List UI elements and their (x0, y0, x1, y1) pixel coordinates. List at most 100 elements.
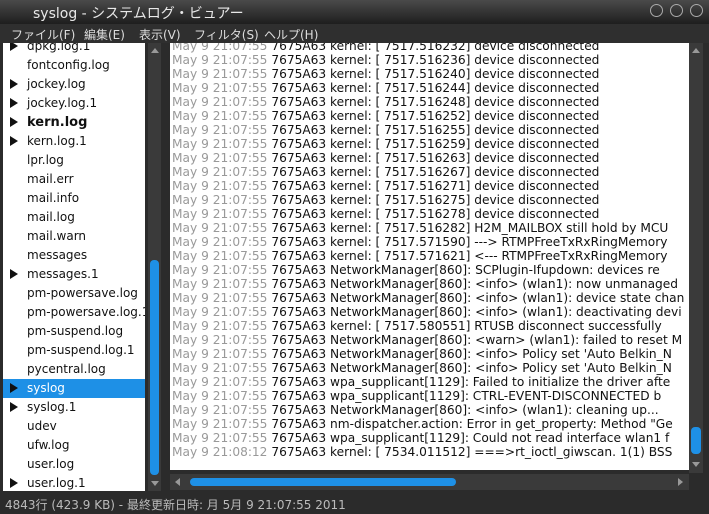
log-line[interactable]: May 9 21:07:55 7675A63 NetworkManager[86… (172, 347, 672, 361)
log-line[interactable]: May 9 21:07:55 7675A63 kernel: [ 7517.57… (172, 249, 667, 263)
file-list-item[interactable]: mail.info (3, 189, 145, 208)
log-message: 7675A63 NetworkManager[860]: <info> Poli… (271, 347, 672, 361)
log-vertical-scrollbar[interactable] (689, 43, 703, 473)
file-list-item[interactable]: syslog.1 (3, 398, 145, 417)
menu-view[interactable]: 表示(V) (139, 26, 181, 43)
log-line[interactable]: May 9 21:08:12 7675A63 kernel: [ 7534.01… (172, 445, 672, 459)
file-list-item[interactable]: syslog (3, 379, 145, 398)
log-line[interactable]: May 9 21:07:55 7675A63 kernel: [ 7517.51… (172, 67, 599, 81)
menu-filter[interactable]: フィルタ(S) (194, 26, 259, 43)
log-line[interactable]: May 9 21:07:55 7675A63 kernel: [ 7517.51… (172, 123, 599, 137)
title-bar: syslog - システムログ・ビュアー (0, 0, 709, 24)
log-line[interactable]: May 9 21:07:55 7675A63 kernel: [ 7517.51… (172, 81, 599, 95)
log-view[interactable]: May 9 21:07:55 7675A63 kernel: [ 7517.51… (170, 43, 689, 470)
scroll-up-icon[interactable] (151, 48, 159, 53)
log-line[interactable]: May 9 21:07:55 7675A63 NetworkManager[86… (172, 403, 659, 417)
expander-arrow-icon[interactable] (10, 98, 18, 108)
log-scroll-thumb[interactable] (691, 427, 701, 454)
file-list-item[interactable]: mail.warn (3, 227, 145, 246)
scroll-up-icon[interactable] (692, 48, 700, 53)
expander-arrow-icon[interactable] (10, 79, 18, 89)
log-line[interactable]: May 9 21:07:55 7675A63 kernel: [ 7517.57… (172, 235, 667, 249)
close-button[interactable] (690, 4, 703, 17)
log-timestamp: May 9 21:07:55 (172, 347, 268, 361)
expander-arrow-icon[interactable] (10, 117, 18, 127)
file-list-item[interactable]: pm-suspend.log (3, 322, 145, 341)
expander-arrow-icon[interactable] (10, 383, 18, 393)
log-timestamp: May 9 21:07:55 (172, 277, 268, 291)
expander-arrow-icon[interactable] (10, 269, 18, 279)
log-line[interactable]: May 9 21:07:55 7675A63 kernel: [ 7517.51… (172, 207, 599, 221)
file-list-item-label: kern.log (27, 115, 88, 130)
expander-arrow-icon[interactable] (10, 43, 18, 51)
log-timestamp: May 9 21:07:55 (172, 235, 268, 249)
log-line[interactable]: May 9 21:07:55 7675A63 nm-dispatcher.act… (172, 417, 673, 431)
log-timestamp: May 9 21:07:55 (172, 207, 268, 221)
file-list-item[interactable]: dpkg.log.1 (3, 43, 145, 56)
file-list-scroll-thumb[interactable] (150, 260, 159, 475)
file-list-item[interactable]: kern.log.1 (3, 132, 145, 151)
file-list-item-label: fontconfig.log (27, 58, 110, 72)
maximize-button[interactable] (670, 4, 683, 17)
log-line[interactable]: May 9 21:07:55 7675A63 kernel: [ 7517.51… (172, 43, 599, 53)
expander-arrow-icon[interactable] (10, 136, 18, 146)
file-list-item[interactable]: mail.log (3, 208, 145, 227)
file-list-item[interactable]: fontconfig.log (3, 56, 145, 75)
log-line[interactable]: May 9 21:07:55 7675A63 wpa_supplicant[11… (172, 431, 669, 445)
file-list-item[interactable]: udev (3, 417, 145, 436)
log-line[interactable]: May 9 21:07:55 7675A63 NetworkManager[86… (172, 277, 678, 291)
log-file-list[interactable]: dpkg.log.1 fontconfig.log jockey.log jockey… (3, 43, 145, 491)
file-list-item[interactable]: mail.err (3, 170, 145, 189)
log-timestamp: May 9 21:07:55 (172, 319, 268, 333)
log-line[interactable]: May 9 21:07:55 7675A63 kernel: [ 7517.51… (172, 53, 599, 67)
log-line[interactable]: May 9 21:07:55 7675A63 NetworkManager[86… (172, 333, 682, 347)
scroll-left-icon[interactable] (175, 478, 180, 486)
log-line[interactable]: May 9 21:07:55 7675A63 wpa_supplicant[11… (172, 375, 670, 389)
log-line[interactable]: May 9 21:07:55 7675A63 kernel: [ 7517.51… (172, 165, 599, 179)
file-list-scrollbar[interactable] (148, 43, 161, 491)
file-list-item[interactable]: jockey.log.1 (3, 94, 145, 113)
log-line[interactable]: May 9 21:07:55 7675A63 NetworkManager[86… (172, 305, 682, 319)
file-list-item[interactable]: pm-suspend.log.1 (3, 341, 145, 360)
log-line[interactable]: May 9 21:07:55 7675A63 NetworkManager[86… (172, 263, 660, 277)
scroll-right-icon[interactable] (678, 478, 683, 486)
log-hscroll-thumb[interactable] (190, 478, 456, 486)
log-line[interactable]: May 9 21:07:55 7675A63 kernel: [ 7517.51… (172, 109, 599, 123)
log-line[interactable]: May 9 21:07:55 7675A63 wpa_supplicant[11… (172, 389, 661, 403)
log-horizontal-scrollbar[interactable] (170, 474, 689, 490)
log-message: 7675A63 kernel: [ 7517.571621] <--- RTMP… (271, 249, 668, 263)
file-list-item[interactable]: lpr.log (3, 151, 145, 170)
scroll-down-icon[interactable] (151, 481, 159, 486)
file-list-item[interactable]: ufw.log (3, 436, 145, 455)
file-list-item[interactable]: pm-powersave.log.1 (3, 303, 145, 322)
log-line[interactable]: May 9 21:07:55 7675A63 NetworkManager[86… (172, 361, 672, 375)
expander-arrow-icon[interactable] (10, 402, 18, 412)
menu-file[interactable]: ファイル(F) (11, 26, 75, 43)
log-line[interactable]: May 9 21:07:55 7675A63 kernel: [ 7517.51… (172, 193, 599, 207)
menu-help[interactable]: ヘルプ(H) (264, 26, 318, 43)
log-message: 7675A63 NetworkManager[860]: <info> (wla… (271, 403, 659, 417)
log-message: 7675A63 nm-dispatcher.action: Error in g… (271, 417, 673, 431)
file-list-item[interactable]: jockey.log (3, 75, 145, 94)
file-list-item-label: messages.1 (27, 267, 99, 281)
minimize-button[interactable] (650, 4, 663, 17)
scroll-down-icon[interactable] (692, 462, 700, 467)
log-line[interactable]: May 9 21:07:55 7675A63 kernel: [ 7517.51… (172, 151, 599, 165)
file-list-item-label: syslog.1 (27, 400, 77, 414)
file-list-item[interactable]: messages (3, 246, 145, 265)
log-line[interactable]: May 9 21:07:55 7675A63 kernel: [ 7517.51… (172, 179, 599, 193)
file-list-item[interactable]: pycentral.log (3, 360, 145, 379)
log-line[interactable]: May 9 21:07:55 7675A63 kernel: [ 7517.58… (172, 319, 662, 333)
expander-arrow-icon[interactable] (10, 478, 18, 488)
file-list-item[interactable]: pm-powersave.log (3, 284, 145, 303)
log-line[interactable]: May 9 21:07:55 7675A63 NetworkManager[86… (172, 291, 684, 305)
menu-edit[interactable]: 編集(E) (84, 26, 125, 43)
file-list-item[interactable]: user.log (3, 455, 145, 474)
file-list-item[interactable]: user.log.1 (3, 474, 145, 491)
file-list-item[interactable]: messages.1 (3, 265, 145, 284)
log-line[interactable]: May 9 21:07:55 7675A63 kernel: [ 7517.51… (172, 221, 668, 235)
file-list-item[interactable]: kern.log (3, 113, 145, 132)
file-list-item-label: syslog (27, 381, 65, 395)
log-line[interactable]: May 9 21:07:55 7675A63 kernel: [ 7517.51… (172, 95, 599, 109)
log-line[interactable]: May 9 21:07:55 7675A63 kernel: [ 7517.51… (172, 137, 599, 151)
